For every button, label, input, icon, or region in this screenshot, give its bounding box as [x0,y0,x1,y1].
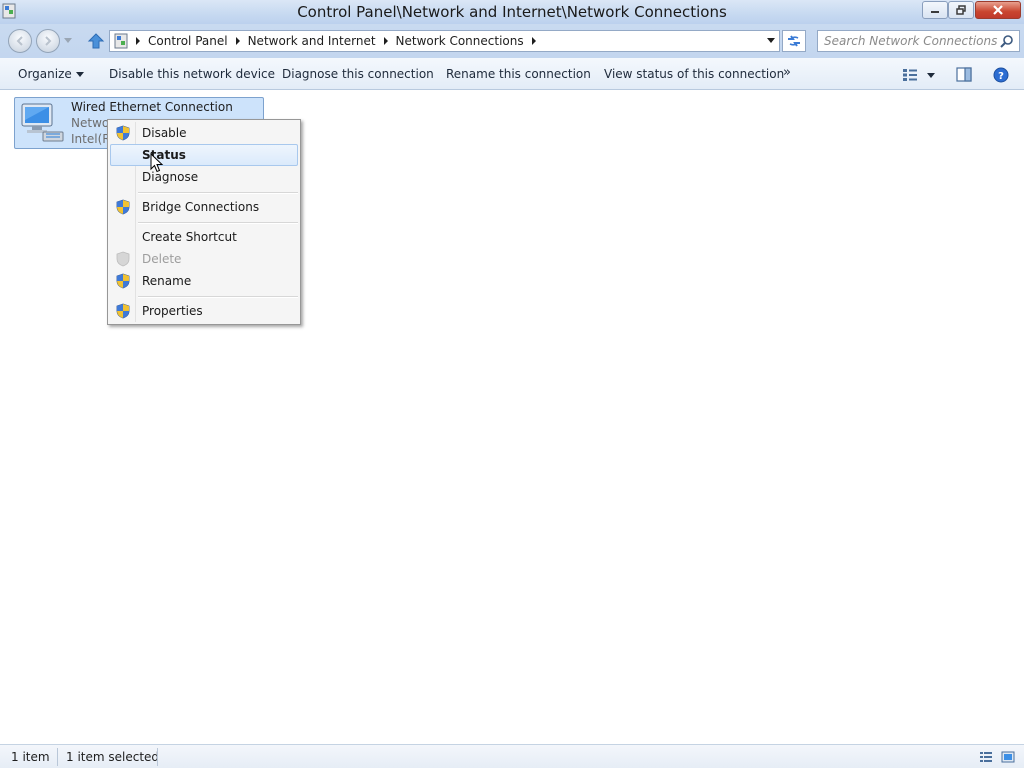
menu-item-properties[interactable]: Properties [110,300,298,322]
breadcrumb-network-and-internet[interactable]: Network and Internet [244,31,380,51]
disable-device-button[interactable]: Disable this network device [109,67,275,81]
refresh-icon [788,35,800,47]
breadcrumb-arrow-icon[interactable] [132,31,144,51]
menu-item-label: Properties [142,304,203,318]
forward-button[interactable] [36,29,60,53]
status-divider [57,748,58,766]
help-icon[interactable]: ? [993,67,1009,83]
up-arrow-icon[interactable] [87,32,105,50]
mouse-pointer-icon [150,153,164,173]
menu-item-rename[interactable]: Rename [110,270,298,292]
menu-item-label: Create Shortcut [142,230,237,244]
close-button[interactable] [975,1,1021,19]
command-bar: Organize Disable this network device Dia… [0,58,1024,90]
minimize-icon [931,11,939,13]
forward-arrow-icon [45,36,52,46]
menu-item-diagnose[interactable]: Diagnose [110,166,298,188]
network-adapter-icon [21,103,64,142]
control-panel-location-icon [110,31,132,51]
view-options-dropdown-icon[interactable] [927,73,935,78]
back-button[interactable] [8,29,32,53]
status-divider [157,748,158,766]
preview-pane-icon[interactable] [956,67,972,82]
item-count: 1 item [11,750,50,764]
menu-separator [138,192,298,194]
connection-status: Netwo [71,116,110,130]
uac-shield-icon [116,303,130,319]
change-view-icon[interactable] [902,68,918,82]
organize-menu-button[interactable]: Organize [18,67,84,81]
uac-shield-icon [116,273,130,289]
breadcrumb-control-panel[interactable]: Control Panel [144,31,232,51]
organize-label: Organize [18,67,72,81]
menu-item-status[interactable]: Status [110,144,298,166]
more-commands-button[interactable]: » [783,65,791,80]
menu-item-disable[interactable]: Disable [110,122,298,144]
chevron-down-icon [75,72,84,77]
rename-connection-button[interactable]: Rename this connection [446,67,591,81]
maximize-button[interactable] [948,1,974,19]
menu-item-delete: Delete [110,248,298,270]
connection-name: Wired Ethernet Connection [71,100,233,114]
breadcrumb-network-connections[interactable]: Network Connections [392,31,528,51]
view-status-button[interactable]: View status of this connection [604,67,784,81]
address-bar[interactable]: Control Panel Network and Internet Netwo… [109,30,780,52]
restore-icon [956,5,966,15]
uac-shield-icon [116,251,130,267]
minimize-button[interactable] [922,1,948,19]
search-input[interactable] [824,32,1000,50]
breadcrumb-arrow-icon[interactable] [232,31,244,51]
breadcrumb-arrow-icon[interactable] [528,31,540,51]
close-icon [993,5,1003,15]
menu-item-bridge-connections[interactable]: Bridge Connections [110,196,298,218]
status-bar: 1 item 1 item selected [0,744,1024,768]
search-box[interactable] [817,30,1020,52]
menu-item-label: Delete [142,252,182,266]
address-history-dropdown-icon[interactable] [767,38,775,44]
menu-item-create-shortcut[interactable]: Create Shortcut [110,226,298,248]
menu-item-label: Disable [142,126,187,140]
svg-text:?: ? [998,71,1004,82]
refresh-button[interactable] [782,30,806,52]
details-view-icon[interactable] [979,751,993,763]
large-icons-view-icon[interactable] [1001,751,1015,763]
title-bar: Control Panel\Network and Internet\Netwo… [0,0,1024,24]
menu-separator [138,222,298,224]
back-arrow-icon [16,36,23,46]
menu-item-label: Bridge Connections [142,200,260,214]
window-title: Control Panel\Network and Internet\Netwo… [297,3,727,21]
search-icon[interactable] [1000,34,1014,48]
menu-item-label: Rename [142,274,192,288]
recent-pages-dropdown-icon[interactable] [64,38,72,44]
selection-count: 1 item selected [66,750,160,764]
uac-shield-icon [116,125,130,141]
address-row: Control Panel Network and Internet Netwo… [0,24,1024,58]
breadcrumb-arrow-icon[interactable] [380,31,392,51]
diagnose-connection-button[interactable]: Diagnose this connection [282,67,434,81]
context-menu: Disable Status Diagnose Bridge Connectio… [107,119,301,325]
menu-separator [138,296,298,298]
uac-shield-icon [116,199,130,215]
